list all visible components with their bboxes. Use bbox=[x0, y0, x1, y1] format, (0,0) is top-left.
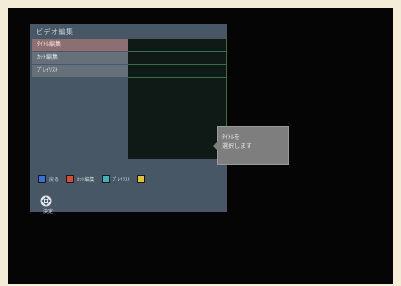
select-label: 決定 bbox=[43, 209, 54, 215]
edit-menu-list: ﾀｲﾄﾙ編集 ｶｯﾄ編集 ﾌﾟﾚｲﾘｽﾄ bbox=[32, 39, 128, 78]
tv-screen: ビデオ編集 ﾀｲﾄﾙ編集 ｶｯﾄ編集 ﾌﾟﾚｲﾘｽﾄ 戻る ｶｯﾄ編集 ﾌﾟﾚｲ… bbox=[8, 8, 393, 284]
help-tooltip: ﾀｲﾄﾙを 選択します bbox=[213, 126, 289, 165]
tooltip-line-2: 選択します bbox=[222, 143, 253, 150]
menu-item-title-edit[interactable]: ﾀｲﾄﾙ編集 bbox=[32, 39, 128, 51]
list-row[interactable] bbox=[128, 65, 226, 78]
menu-item-playlist[interactable]: ﾌﾟﾚｲﾘｽﾄ bbox=[32, 65, 128, 77]
video-edit-menu-panel: ビデオ編集 ﾀｲﾄﾙ編集 ｶｯﾄ編集 ﾌﾟﾚｲﾘｽﾄ 戻る ｶｯﾄ編集 ﾌﾟﾚｲ… bbox=[30, 24, 227, 215]
tooltip-pointer bbox=[213, 141, 218, 151]
list-row[interactable] bbox=[128, 39, 226, 52]
panel-title: ビデオ編集 bbox=[36, 28, 74, 36]
red-button-icon[interactable] bbox=[66, 175, 75, 183]
blue-button-icon[interactable] bbox=[38, 175, 46, 183]
list-row[interactable] bbox=[128, 52, 226, 65]
cyan-button-label: ﾌﾟﾚｲﾘｽﾄ bbox=[112, 176, 131, 183]
red-button-label: ｶｯﾄ編集 bbox=[77, 176, 95, 183]
dpad-icon bbox=[40, 192, 52, 207]
menu-item-cut-edit[interactable]: ｶｯﾄ編集 bbox=[32, 52, 128, 64]
color-button-legend: 戻る ｶｯﾄ編集 ﾌﾟﾚｲﾘｽﾄ bbox=[38, 174, 146, 184]
blue-button-label: 戻る bbox=[49, 176, 60, 183]
yellow-button-icon[interactable] bbox=[137, 175, 146, 183]
cyan-button-icon[interactable] bbox=[101, 175, 110, 183]
tooltip-line-1: ﾀｲﾄﾙを bbox=[222, 134, 241, 141]
